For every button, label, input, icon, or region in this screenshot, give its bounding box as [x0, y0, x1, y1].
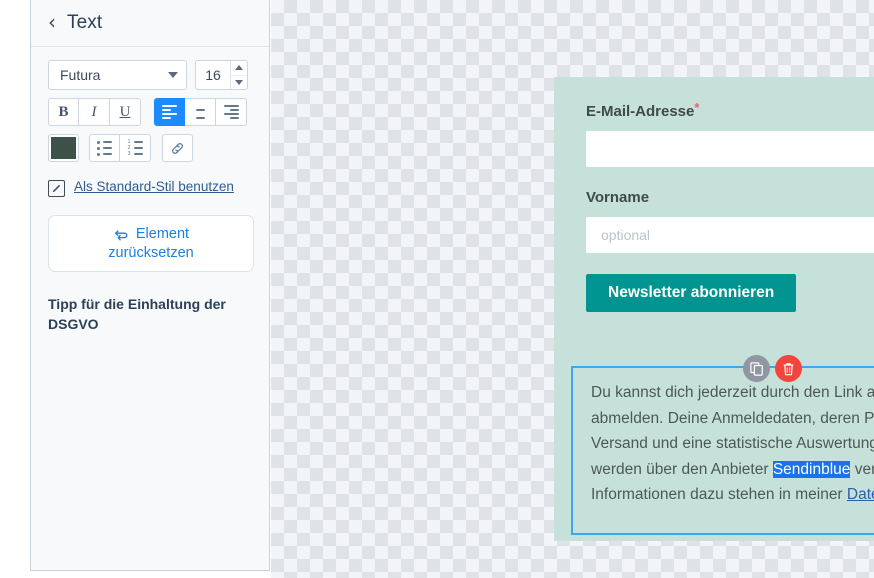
gdpr-tip-heading: Tipp für die Einhaltung der DSGVO [48, 296, 226, 332]
text-settings-sidebar: ‹ Text Futura 16 B I U 1 2 3 Als Standar… [30, 0, 270, 571]
email-field-label: E-Mail-Adresse* [586, 100, 700, 120]
align-center-button[interactable] [185, 98, 216, 126]
align-right-icon [223, 105, 239, 119]
triangle-up-icon [235, 65, 243, 71]
font-size-decrease-button[interactable] [231, 74, 247, 90]
trash-icon [783, 362, 794, 375]
subscribe-button[interactable]: Newsletter abonnieren [586, 274, 797, 312]
email-input[interactable] [586, 131, 874, 167]
format-row: B I U [48, 98, 252, 126]
left-gutter [0, 0, 30, 578]
bold-button[interactable]: B [48, 98, 79, 126]
default-style-label[interactable]: Als Standard-Stil benutzen [74, 178, 234, 195]
chevron-left-icon[interactable]: ‹ [48, 12, 56, 32]
firstname-input[interactable] [586, 217, 874, 253]
email-label-text: E-Mail-Adresse [586, 103, 695, 120]
align-center-icon [193, 105, 208, 119]
duplicate-element-button[interactable] [743, 355, 770, 382]
privacy-policy-link[interactable]: Datenschutzerklärung [847, 486, 874, 503]
text-color-button[interactable] [48, 134, 79, 162]
font-size-increase-button[interactable] [231, 61, 247, 75]
font-size-value[interactable]: 16 [196, 61, 230, 89]
bulleted-list-button[interactable] [89, 134, 120, 162]
required-marker: * [694, 100, 700, 115]
text-style-group: B I U [48, 98, 141, 126]
text-align-group [154, 98, 247, 126]
font-family-select[interactable]: Futura [48, 60, 187, 90]
triangle-down-icon [235, 79, 243, 85]
editor-root: E-Mail-Adresse* Vorname Newsletter abonn… [0, 0, 874, 578]
edit-pencil-icon[interactable] [48, 180, 65, 197]
underline-button[interactable]: U [110, 98, 141, 126]
insert-link-button[interactable] [162, 134, 193, 162]
chevron-down-icon [168, 72, 178, 78]
pencil-glyph [52, 184, 61, 193]
reset-button-label-line1: Element [135, 225, 190, 242]
design-canvas[interactable]: E-Mail-Adresse* Vorname Newsletter abonn… [271, 0, 874, 578]
disclaimer-paragraph: Du kannst dich jederzeit durch den Link … [591, 380, 874, 508]
reset-button-label-line2: zurücksetzen [108, 244, 194, 261]
sidebar-header: ‹ Text [31, 0, 269, 47]
list-group: 1 2 3 [89, 134, 151, 162]
numbered-list-button[interactable]: 1 2 3 [120, 134, 151, 162]
font-row: Futura 16 [48, 60, 252, 90]
default-style-row[interactable]: Als Standard-Stil benutzen [48, 178, 252, 197]
reset-arrows-icon [114, 229, 128, 240]
copy-icon [749, 361, 763, 376]
selected-text-block[interactable]: Du kannst dich jederzeit durch den Link … [571, 366, 874, 535]
font-size-spinner[interactable] [230, 61, 247, 89]
align-left-icon [162, 105, 177, 119]
page-title: Text [67, 12, 103, 33]
link-icon [172, 142, 183, 154]
align-right-button[interactable] [216, 98, 247, 126]
selected-word[interactable]: Sendinblue [772, 460, 851, 478]
numbered-list-icon: 1 2 3 [128, 139, 143, 156]
font-family-value: Futura [60, 67, 101, 83]
align-left-button[interactable] [154, 98, 185, 126]
italic-button[interactable]: I [79, 98, 110, 126]
font-size-stepper[interactable]: 16 [195, 60, 248, 90]
reset-element-button[interactable]: Element zurücksetzen [48, 215, 254, 272]
delete-element-button[interactable] [775, 355, 802, 382]
color-list-row: 1 2 3 [48, 134, 252, 162]
firstname-field-label: Vorname [586, 189, 650, 206]
bulleted-list-icon [97, 140, 112, 156]
color-swatch [51, 137, 76, 159]
